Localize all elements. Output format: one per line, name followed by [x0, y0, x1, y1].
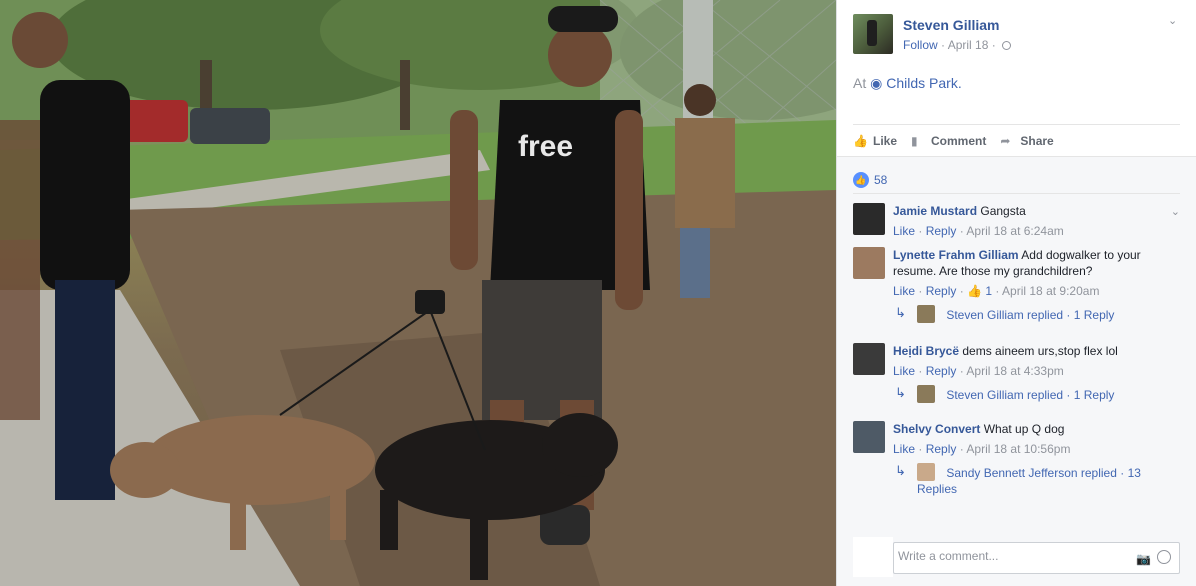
comment-like-link[interactable]: Like — [893, 284, 915, 298]
globe-icon — [1002, 41, 1012, 50]
post-location: At ◉ Childs Park. — [853, 75, 962, 92]
comment-time[interactable]: April 18 at 10:56pm — [966, 442, 1070, 456]
thumbs-up-icon: 👍 — [967, 284, 982, 298]
replies-author: Steven Gilliam replied — [946, 388, 1064, 402]
comment-like-link[interactable]: Like — [893, 224, 915, 238]
comment-time[interactable]: April 18 at 4:33pm — [966, 364, 1063, 378]
author-avatar[interactable] — [853, 14, 893, 54]
comment-body: Jamie Mustard Gangsta Like · Reply · Apr… — [893, 203, 1166, 239]
chevron-down-icon[interactable]: ⌄ — [1171, 205, 1180, 218]
comments-section: 👍 58 Jamie Mustard Gangsta Like · Reply … — [837, 156, 1196, 586]
replies-link[interactable]: ↳ Steven Gilliam replied · 1 Reply — [893, 385, 1166, 403]
meta-separator: · — [941, 38, 948, 52]
replies-count: 1 Reply — [1073, 388, 1115, 402]
post-photo[interactable]: free — [0, 0, 836, 586]
post-meta: Follow · April 18 · — [903, 38, 1012, 52]
follow-link[interactable]: Follow — [903, 38, 938, 52]
replies-count: 1 Reply — [1073, 308, 1115, 322]
emoji-icon[interactable] — [1157, 550, 1171, 564]
avatar[interactable] — [853, 203, 885, 235]
comment-text: What up Q dog — [983, 422, 1065, 436]
comment-meta: Like · Reply · 👍 1 · April 18 at 9:20am — [893, 284, 1100, 298]
comment-composer: 📷 — [853, 537, 1180, 577]
like-label: Like — [873, 133, 898, 148]
chevron-down-icon[interactable]: ⌄ — [1168, 16, 1178, 27]
camera-icon[interactable]: 📷 — [1136, 552, 1151, 566]
reactions-bar[interactable]: 👍 58 — [853, 166, 1180, 194]
comment-author[interactable]: Heịdi Brycë — [893, 344, 959, 358]
comment-body: Shelvy Convert What up Q dog Like · Repl… — [893, 421, 1166, 499]
avatar[interactable] — [853, 421, 885, 453]
reply-arrow-icon: ↳ — [895, 305, 906, 320]
photo-viewer: free Steven Gilliam Follow · April 18 · … — [0, 0, 1196, 586]
comment-meta: Like · Reply · April 18 at 6:24am — [893, 224, 1064, 238]
comment-meta: Like · Reply · April 18 at 4:33pm — [893, 364, 1064, 378]
comment-like-link[interactable]: Like — [893, 442, 915, 456]
comment-time[interactable]: April 18 at 6:24am — [966, 224, 1063, 238]
reply-arrow-icon: ↳ — [895, 385, 906, 400]
avatar[interactable] — [853, 343, 885, 375]
location-link[interactable]: Childs Park. — [886, 75, 961, 91]
avatar[interactable] — [853, 247, 885, 279]
comment-button[interactable]: ▮ Comment — [911, 134, 986, 148]
replies-author: Steven Gilliam replied — [946, 308, 1064, 322]
reply-arrow-icon: ↳ — [895, 463, 906, 478]
comment-body: Lynette Frahm Gilliam Add dogwalker to y… — [893, 247, 1166, 323]
avatar — [917, 463, 935, 481]
author-name[interactable]: Steven Gilliam — [903, 17, 999, 33]
share-button[interactable]: ➦ Share — [1000, 134, 1053, 148]
comment-label: Comment — [931, 133, 987, 148]
post-actions: 👍 Like ▮ Comment ➦ Share — [853, 124, 1180, 156]
shirt-logo: free — [518, 130, 573, 163]
comment-like-link[interactable]: Like — [893, 364, 915, 378]
comment-reply-link[interactable]: Reply — [926, 224, 957, 238]
comment-author[interactable]: Jamie Mustard — [893, 204, 977, 218]
comment-text: dems aineem urs,stop flex lol — [962, 344, 1118, 358]
comment-reply-link[interactable]: Reply — [926, 442, 957, 456]
map-pin-icon: ◉ — [870, 75, 883, 91]
thumbs-up-icon: 👍 — [853, 133, 868, 148]
avatar — [917, 385, 935, 403]
comment-text: Gangsta — [980, 204, 1026, 218]
comment-reply-link[interactable]: Reply — [926, 284, 957, 298]
comment-input[interactable] — [898, 549, 1118, 563]
comment-author[interactable]: Lynette Frahm Gilliam — [893, 248, 1019, 262]
post-panel: Steven Gilliam Follow · April 18 · ⌄ At … — [836, 0, 1196, 586]
post-header: Steven Gilliam Follow · April 18 · ⌄ — [837, 0, 1196, 66]
comment-reply-link[interactable]: Reply — [926, 364, 957, 378]
comment-like-count[interactable]: 1 — [985, 284, 992, 298]
comment-author[interactable]: Shelvy Convert — [893, 422, 980, 436]
share-icon: ➦ — [1000, 133, 1011, 148]
reaction-count[interactable]: 58 — [874, 173, 887, 187]
avatar — [853, 537, 893, 577]
like-button[interactable]: 👍 Like — [853, 134, 897, 148]
comment-body: Heịdi Brycë dems aineem urs,stop flex lo… — [893, 343, 1166, 403]
comment-meta: Like · Reply · April 18 at 10:56pm — [893, 442, 1071, 456]
comment-icon: ▮ — [911, 133, 918, 148]
location-prefix: At — [853, 75, 867, 91]
avatar — [917, 305, 935, 323]
share-label: Share — [1020, 133, 1054, 148]
replies-link[interactable]: ↳ Sandy Bennett Jefferson replied · 13 R… — [893, 463, 1166, 499]
post-date[interactable]: April 18 — [948, 38, 989, 52]
replies-author: Sandy Bennett Jefferson replied — [946, 466, 1117, 480]
comment-input-box[interactable]: 📷 — [893, 542, 1180, 574]
photo-illustration: free — [0, 0, 836, 586]
replies-link[interactable]: ↳ Steven Gilliam replied · 1 Reply — [893, 305, 1166, 323]
meta-separator-2: · — [991, 38, 1000, 52]
like-reaction-icon: 👍 — [853, 171, 869, 188]
comment-time[interactable]: April 18 at 9:20am — [1002, 284, 1099, 298]
